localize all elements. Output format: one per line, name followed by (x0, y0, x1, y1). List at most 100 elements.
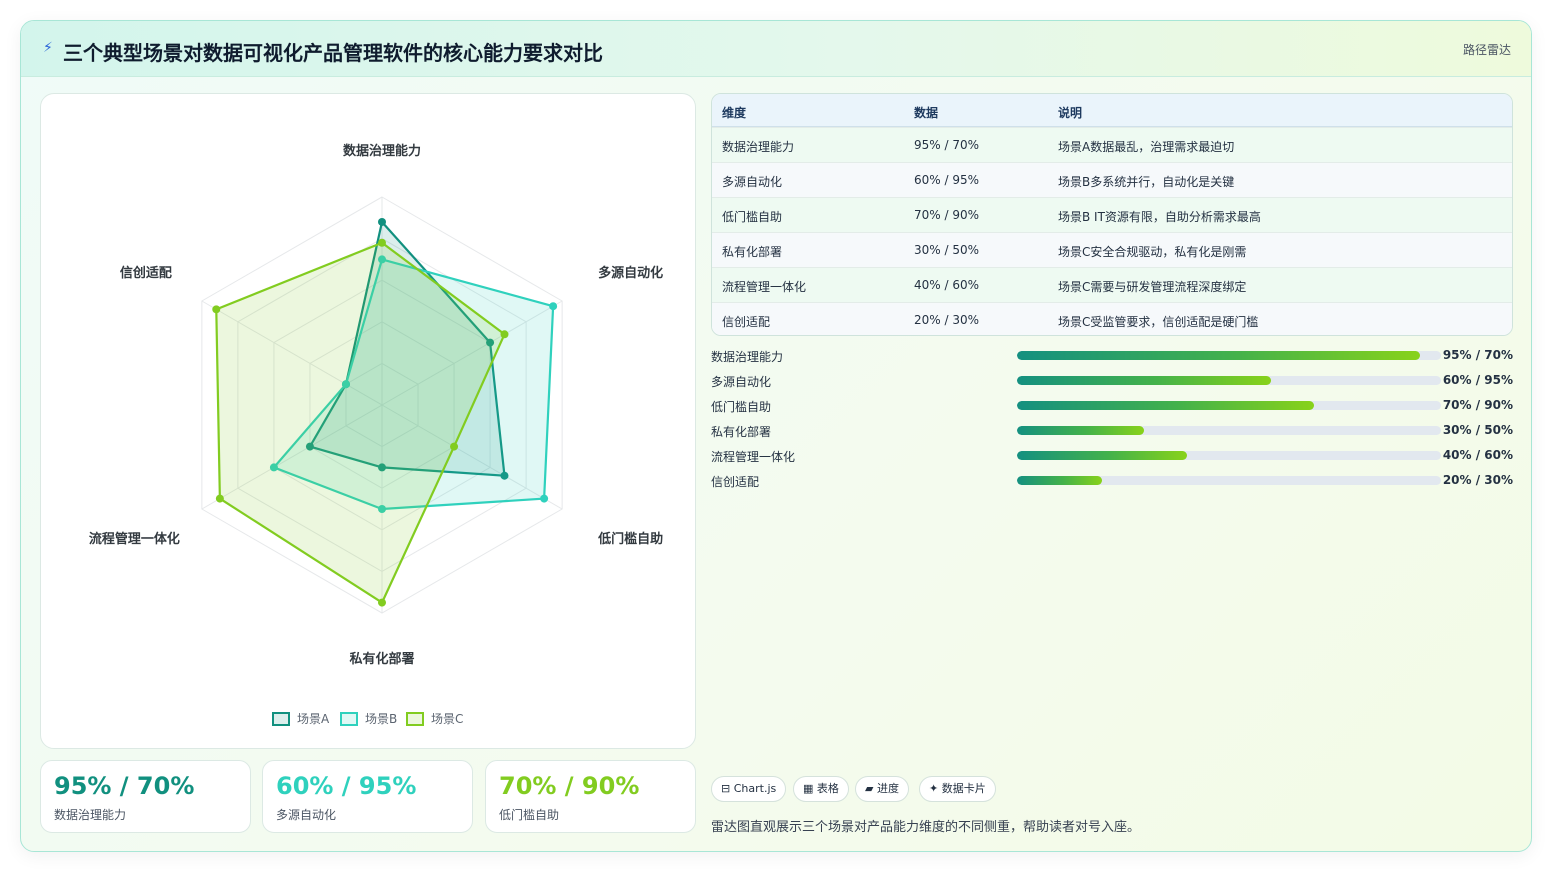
stat-value: 60% / 95% (276, 772, 417, 800)
progress-row: 信创适配 20% / 30% (711, 471, 1513, 491)
table-header-row: 维度 数据 说明 (712, 94, 1512, 127)
table-row: 多源自动化 60% / 95% 场景B多系统并行，自动化是关键 (712, 162, 1512, 197)
radar-axis-label: 流程管理一体化 (89, 531, 180, 547)
table-cell: 场景C需要与研发管理流程深度绑定 (1058, 280, 1247, 294)
radar-point (378, 217, 386, 226)
stat-label: 低门槛自助 (499, 808, 560, 822)
progress-row: 私有化部署 30% / 50% (711, 421, 1513, 441)
radar-axis-label: 私有化部署 (349, 651, 414, 667)
chart-icon: ⊟ (721, 782, 731, 795)
progress-label: 流程管理一体化 (711, 450, 796, 464)
chip-label: 表格 (816, 782, 839, 795)
table-header-cell: 说明 (1058, 106, 1083, 120)
progress-track (1017, 401, 1441, 410)
table-row: 低门槛自助 70% / 90% 场景B IT资源有限，自助分析需求最高 (712, 197, 1512, 232)
table-row: 数据治理能力 95% / 70% 场景A数据最乱，治理需求最迫切 (712, 127, 1512, 162)
stat-value: 70% / 90% (499, 772, 640, 800)
table-cell: 多源自动化 (722, 175, 783, 189)
legend-swatch (272, 712, 290, 726)
table-cell: 95% / 70% (914, 138, 980, 152)
table-cell: 场景A数据最乱，治理需求最迫切 (1058, 140, 1235, 154)
table-row: 流程管理一体化 40% / 60% 场景C需要与研发管理流程深度绑定 (712, 267, 1512, 302)
radar-axis-label: 数据治理能力 (343, 143, 421, 159)
progress-label: 低门槛自助 (711, 400, 772, 414)
table-cell: 60% / 95% (914, 173, 980, 187)
table-cell: 20% / 30% (914, 313, 980, 327)
table-cell: 场景C受监管要求，信创适配是硬门槛 (1058, 315, 1259, 329)
legend-label: 场景B (365, 712, 397, 726)
table-cell: 数据治理能力 (722, 140, 795, 154)
progress-track (1017, 351, 1441, 360)
legend-label: 场景A (297, 712, 330, 726)
table-header-cell: 数据 (914, 106, 939, 120)
progress-row: 数据治理能力 95% / 70% (711, 346, 1513, 366)
dimension-table: 维度 数据 说明 数据治理能力 95% / 70% 场景A数据最乱，治理需求最迫… (711, 93, 1513, 336)
card-icon: ✦ (929, 782, 939, 795)
progress-track (1017, 376, 1441, 385)
chip-label: 进度 (876, 782, 899, 795)
progress-fill (1017, 426, 1145, 435)
progress-list: 数据治理能力 95% / 70% 多源自动化 60% / 95% 低门槛自助 7… (711, 346, 1513, 489)
radar-axis-label: 信创适配 (120, 265, 172, 281)
legend-swatch (406, 712, 424, 726)
table-cell: 场景B多系统并行，自动化是关键 (1058, 175, 1235, 189)
legend-swatch (340, 712, 358, 726)
radar-point (540, 494, 549, 503)
progress-track (1017, 426, 1441, 435)
radar-point (378, 238, 386, 247)
radar-chart: 数据治理能力多源自动化低门槛自助私有化部署 流程管理一体化 信创适配场景A 场景B 场景… (89, 143, 663, 726)
radar-point (378, 598, 386, 607)
progress-label: 信创适配 (711, 475, 760, 489)
table-cell: 70% / 90% (914, 208, 980, 222)
progress-row: 多源自动化 60% / 95% (711, 371, 1513, 391)
table-cell: 私有化部署 (722, 245, 783, 259)
radar-point (500, 330, 509, 339)
progress-fill (1017, 451, 1187, 460)
table-cell: 流程管理一体化 (722, 280, 807, 294)
progress-value: 70% / 90% (1442, 398, 1513, 412)
progress-value: 30% / 50% (1442, 423, 1513, 437)
radar-axis-label: 低门槛自助 (597, 531, 663, 547)
chip-progress[interactable]: ▰ 进度 (855, 776, 909, 802)
progress-value: 95% / 70% (1442, 348, 1513, 362)
progress-value: 20% / 30% (1442, 473, 1513, 487)
stat-card-2: 60% / 95% 多源自动化 (262, 760, 473, 833)
radar-axis-label: 多源自动化 (598, 265, 663, 281)
progress-fill (1017, 376, 1272, 385)
stat-label: 多源自动化 (276, 808, 337, 822)
radar-point (215, 494, 224, 503)
table-row: 信创适配 20% / 30% 场景C受监管要求，信创适配是硬门槛 (712, 302, 1512, 335)
header-bar: ⚡ 三个典型场景对数据可视化产品管理软件的核心能力要求对比 路径雷达 (21, 21, 1531, 77)
legend-label: 场景C (431, 712, 463, 726)
radar-point (212, 305, 221, 314)
progress-track (1017, 476, 1441, 485)
chip-data-card[interactable]: ✦ 数据卡片 (919, 776, 996, 802)
bolt-icon: ⚡ (43, 40, 53, 56)
progress-value: 60% / 95% (1442, 373, 1513, 387)
header-tag: 路径雷达 (1462, 43, 1511, 57)
progress-label: 数据治理能力 (711, 350, 784, 364)
stat-card-3: 70% / 90% 低门槛自助 (485, 760, 696, 833)
page-title: 三个典型场景对数据可视化产品管理软件的核心能力要求对比 (63, 41, 603, 65)
chip-chartjs[interactable]: ⊟ Chart.js (711, 776, 787, 802)
table-cell: 低门槛自助 (722, 210, 783, 224)
table-cell: 40% / 60% (914, 278, 980, 292)
chip-table[interactable]: ▦ 表格 (793, 776, 849, 802)
table-cell: 场景C安全合规驱动，私有化是刚需 (1058, 245, 1247, 259)
stat-label: 数据治理能力 (54, 808, 127, 822)
progress-label: 多源自动化 (711, 375, 772, 389)
table-header-cell: 维度 (722, 106, 747, 120)
stat-card-1: 95% / 70% 数据治理能力 (40, 760, 251, 833)
radar-chart-panel: 数据治理能力多源自动化低门槛自助私有化部署 流程管理一体化 信创适配场景A 场景B 场景… (40, 93, 696, 749)
progress-value: 40% / 60% (1442, 448, 1513, 462)
progress-track (1017, 451, 1441, 460)
table-cell: 信创适配 (722, 315, 771, 329)
chip-label: Chart.js (733, 782, 777, 795)
progress-row: 低门槛自助 70% / 90% (711, 396, 1513, 416)
progress-row: 流程管理一体化 40% / 60% (711, 446, 1513, 466)
dashboard-card: ⚡ 三个典型场景对数据可视化产品管理软件的核心能力要求对比 路径雷达 数据治理能… (20, 20, 1532, 852)
progress-fill (1017, 351, 1420, 360)
table-icon: ▦ (803, 782, 814, 795)
chart-note: 雷达图直观展示三个场景对产品能力维度的不同侧重，帮助读者对号入座。 (711, 820, 1141, 835)
chip-label: 数据卡片 (941, 782, 986, 795)
